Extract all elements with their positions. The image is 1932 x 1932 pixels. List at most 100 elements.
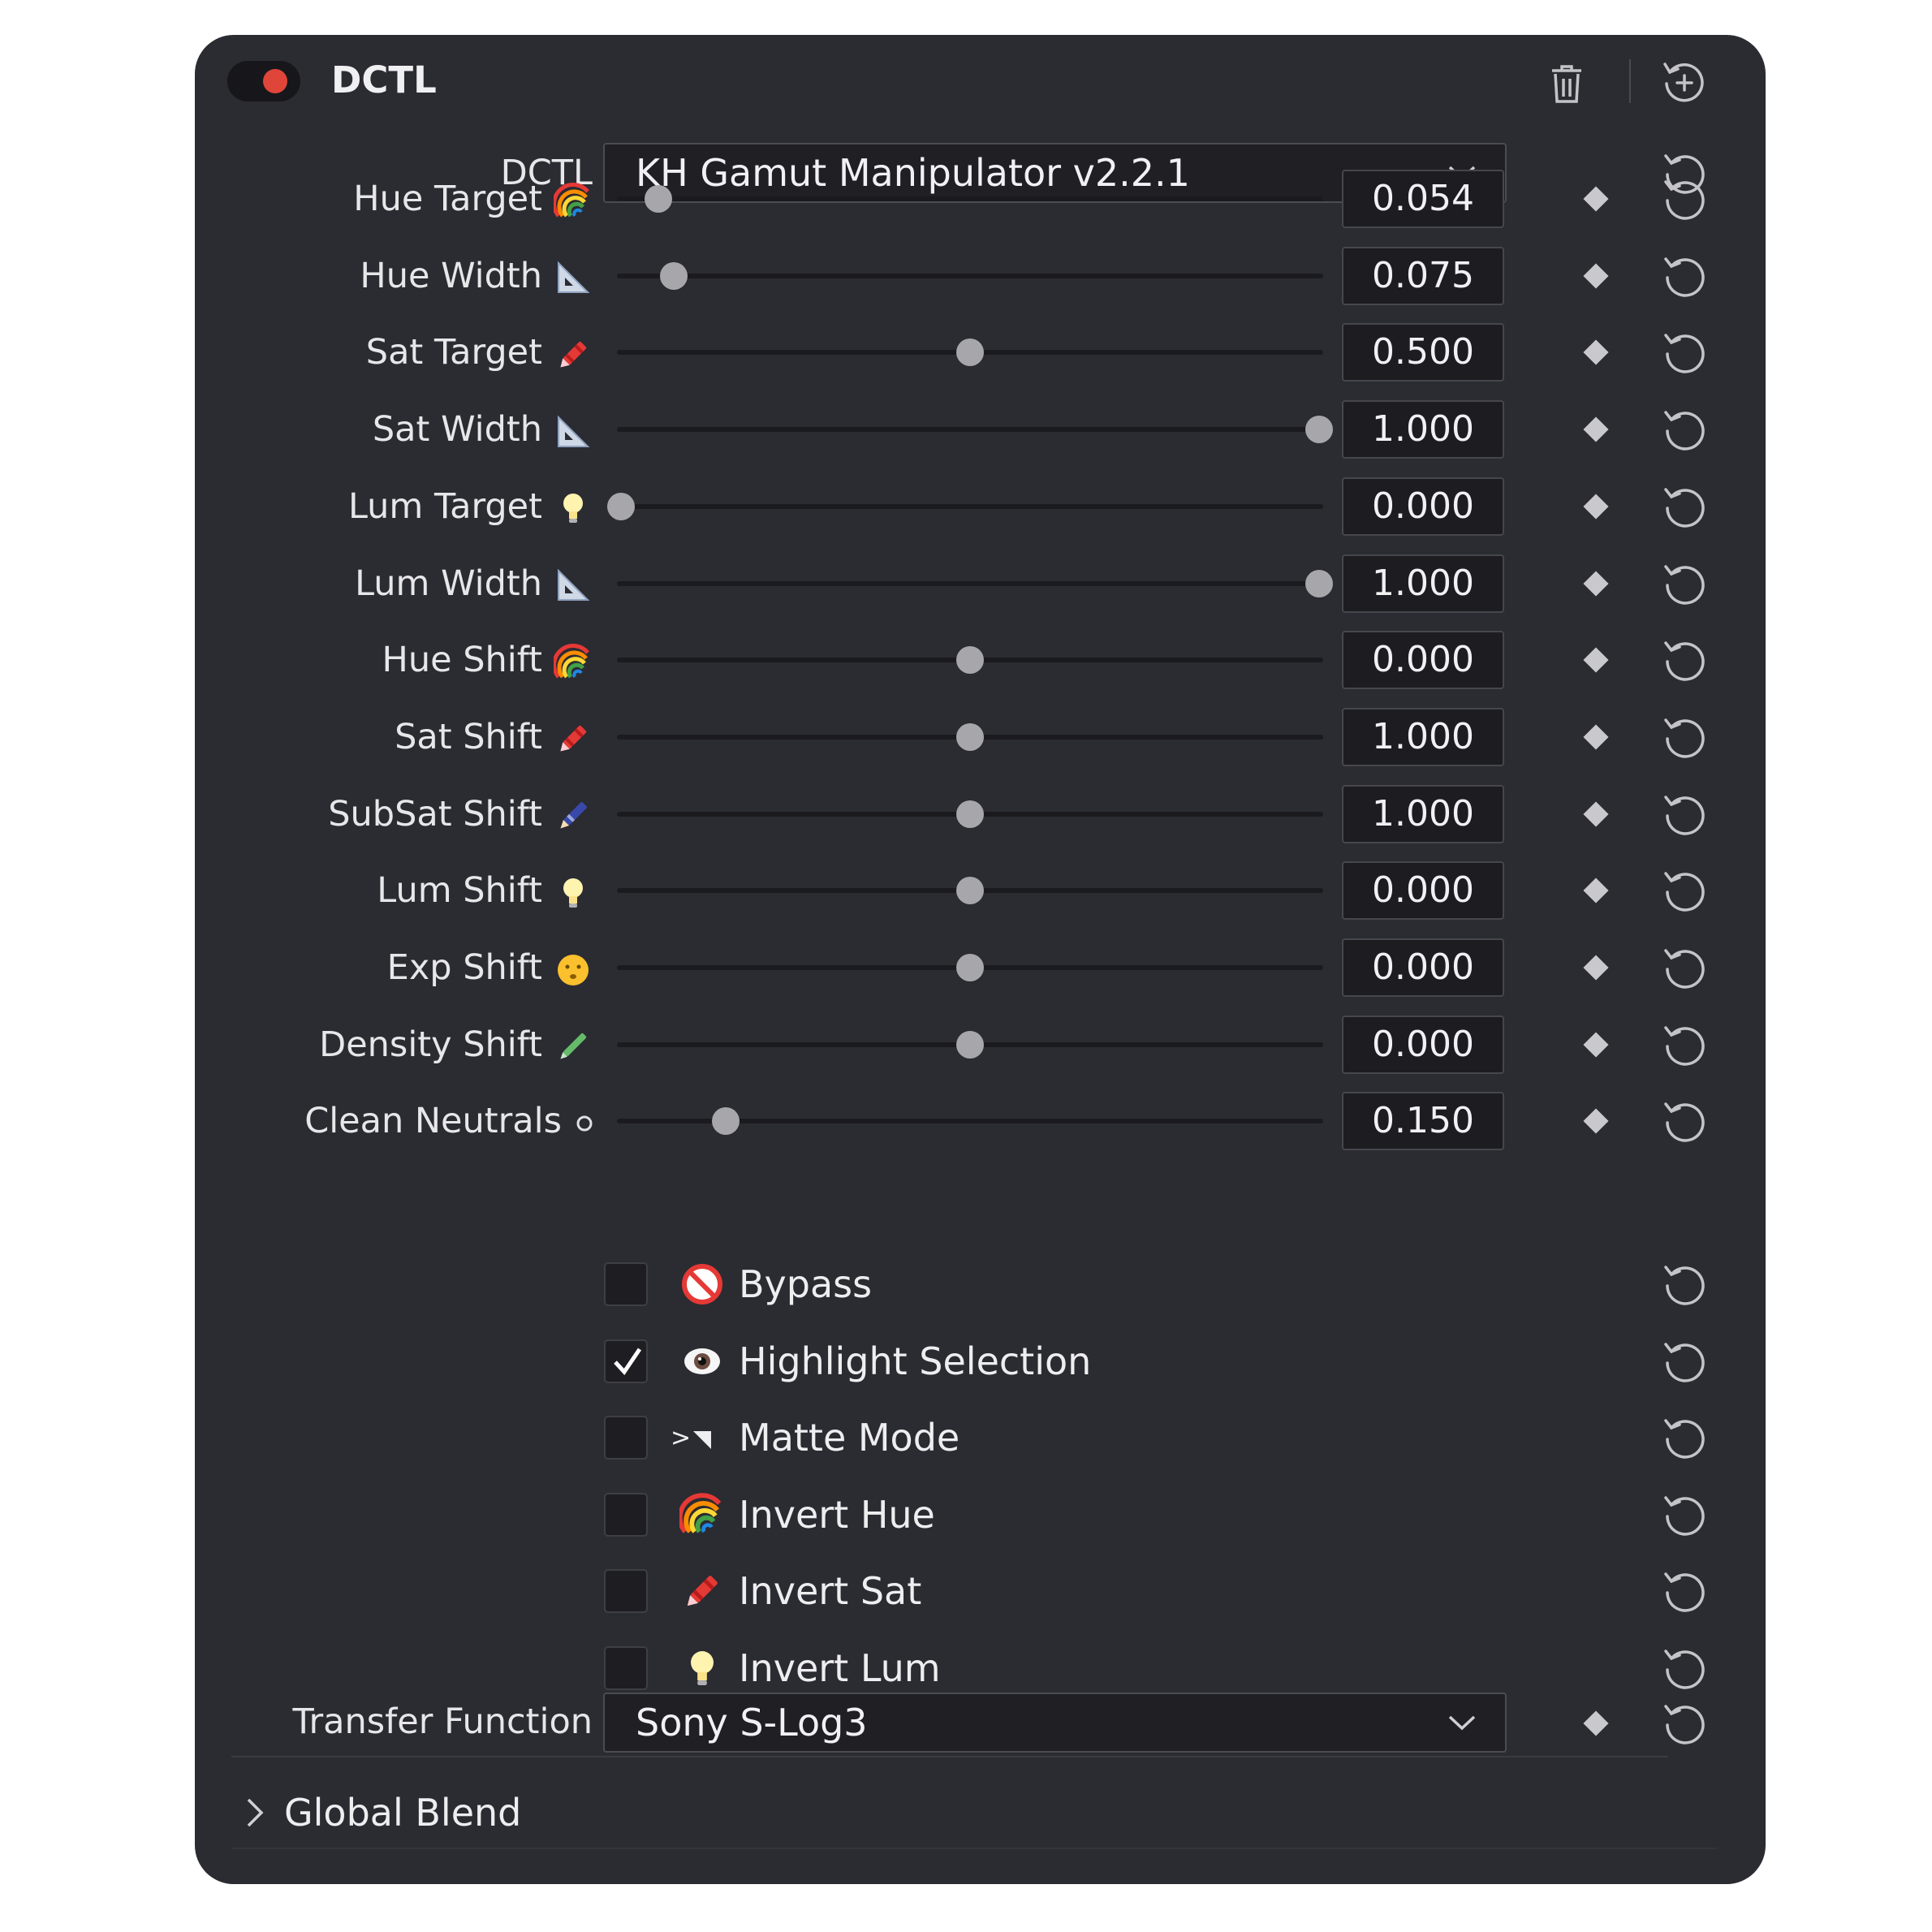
keyframe-diamond-icon[interactable] [1583, 647, 1609, 673]
slider-track[interactable] [617, 877, 1323, 905]
slider-knob[interactable] [956, 722, 984, 751]
reset-icon[interactable] [1660, 328, 1709, 377]
reset-icon[interactable] [1660, 405, 1709, 454]
keyframe-diamond-icon[interactable] [1583, 1108, 1609, 1134]
slider-track[interactable] [617, 569, 1333, 597]
keyframe-diamond-icon[interactable] [1583, 1710, 1609, 1736]
slider-label: Lum Target [348, 482, 593, 531]
crayon-icon [554, 719, 593, 758]
keyframe-diamond-icon[interactable] [1583, 1032, 1609, 1058]
enable-toggle[interactable] [227, 61, 300, 101]
slider-label: Lum Shift [377, 866, 593, 915]
toggle-indicator [263, 69, 287, 93]
reset-icon[interactable] [1660, 175, 1709, 223]
slider-value-input[interactable]: 0.000 [1342, 631, 1504, 690]
reset-icon[interactable] [1660, 1020, 1709, 1069]
slider-knob[interactable] [607, 492, 635, 520]
slider-knob[interactable] [956, 339, 984, 367]
slider-value-input[interactable]: 0.150 [1342, 1092, 1504, 1151]
keyframe-diamond-icon[interactable] [1583, 878, 1609, 903]
transfer-function-label: Transfer Function [292, 1701, 593, 1742]
keyframe-diamond-icon[interactable] [1583, 955, 1609, 981]
slider-knob[interactable] [956, 877, 984, 905]
slider-track[interactable] [617, 722, 1323, 751]
reset-icon[interactable] [1660, 1644, 1709, 1693]
reset-icon[interactable] [1660, 866, 1709, 915]
keyframe-diamond-icon[interactable] [1583, 186, 1609, 212]
slider-track[interactable] [617, 416, 1333, 444]
slider-track[interactable] [617, 646, 1323, 675]
slider-track[interactable] [617, 1107, 1323, 1136]
slider-knob[interactable] [1305, 569, 1333, 597]
panel-title: DCTL [331, 58, 437, 101]
slider-track[interactable] [617, 954, 1323, 981]
checkbox[interactable] [604, 1416, 648, 1460]
reset-icon[interactable] [1660, 1567, 1709, 1615]
slider-value-input[interactable]: 0.075 [1342, 246, 1504, 305]
slider-knob[interactable] [1305, 416, 1333, 444]
slider-knob[interactable] [956, 954, 984, 981]
reset-icon[interactable] [1660, 1490, 1709, 1539]
slider-label: Clean Neutrals [304, 1097, 593, 1145]
checkbox[interactable] [604, 1569, 648, 1614]
slider-label: SubSat Shift [328, 790, 593, 839]
slider-track[interactable] [617, 1030, 1323, 1059]
reset-icon[interactable] [1660, 1097, 1709, 1145]
slider-knob[interactable] [712, 1107, 740, 1136]
slider-knob[interactable] [659, 261, 688, 290]
slider-track[interactable] [607, 492, 1323, 520]
slider-label: Hue Shift [382, 636, 593, 684]
keyframe-diamond-icon[interactable] [1583, 494, 1609, 520]
slider-knob[interactable] [956, 1030, 984, 1059]
reset-icon[interactable] [1660, 1337, 1709, 1386]
global-blend-label[interactable]: Global Blend [284, 1788, 521, 1837]
checkbox[interactable] [604, 1492, 648, 1537]
add-reset-icon[interactable] [1658, 56, 1710, 108]
reset-icon[interactable] [1660, 943, 1709, 992]
checkbox[interactable] [604, 1339, 648, 1383]
keyframe-diamond-icon[interactable] [1583, 724, 1609, 750]
reset-icon[interactable] [1660, 252, 1709, 300]
checkbox[interactable] [604, 1646, 648, 1690]
trash-icon[interactable] [1542, 59, 1591, 108]
slider-track[interactable] [617, 800, 1323, 828]
reset-icon[interactable] [1660, 713, 1709, 761]
slider-value-input[interactable]: 0.054 [1342, 170, 1504, 228]
chevron-right-icon[interactable] [242, 1795, 266, 1831]
reset-icon[interactable] [1660, 636, 1709, 684]
slider-track[interactable] [617, 261, 1323, 290]
slider-value-input[interactable]: 0.000 [1342, 477, 1504, 536]
keyframe-diamond-icon[interactable] [1583, 416, 1609, 442]
slider-track[interactable] [617, 339, 1323, 367]
reset-icon[interactable] [1660, 1699, 1709, 1748]
crayon-icon [554, 335, 593, 374]
keyframe-diamond-icon[interactable] [1583, 570, 1609, 597]
slider-value-input[interactable]: 1.000 [1342, 707, 1504, 766]
slider-value-input[interactable]: 1.000 [1342, 400, 1504, 459]
slider-value-input[interactable]: 1.000 [1342, 554, 1504, 613]
slider-value-input[interactable]: 0.000 [1342, 938, 1504, 997]
slider-value-input[interactable]: 0.000 [1342, 1015, 1504, 1074]
slider-knob[interactable] [956, 800, 984, 828]
slider-value-input[interactable]: 0.500 [1342, 323, 1504, 382]
slider-knob[interactable] [956, 646, 984, 675]
reset-icon[interactable] [1660, 559, 1709, 608]
keyframe-diamond-icon[interactable] [1583, 263, 1609, 289]
crayon-icon [679, 1568, 725, 1614]
reset-icon[interactable] [1660, 482, 1709, 531]
rainbow-icon [552, 643, 593, 682]
keyframe-diamond-icon[interactable] [1583, 801, 1609, 827]
slider-knob[interactable] [645, 185, 673, 213]
slider-label-text: Hue Width [360, 255, 542, 296]
reset-icon[interactable] [1660, 790, 1709, 839]
slider-label-text: Lum Target [347, 485, 542, 527]
reset-icon[interactable] [1660, 1260, 1709, 1309]
slider-value-input[interactable]: 1.000 [1342, 784, 1504, 843]
reset-icon[interactable] [1660, 1413, 1709, 1462]
keyframe-diamond-icon[interactable] [1583, 339, 1609, 365]
slider-track[interactable] [617, 185, 1323, 213]
slider-value-input[interactable]: 0.000 [1342, 861, 1504, 921]
checkbox[interactable] [604, 1262, 648, 1306]
lightbulb-icon [554, 489, 593, 528]
transfer-function-select[interactable]: Sony S-Log3 [603, 1693, 1507, 1753]
